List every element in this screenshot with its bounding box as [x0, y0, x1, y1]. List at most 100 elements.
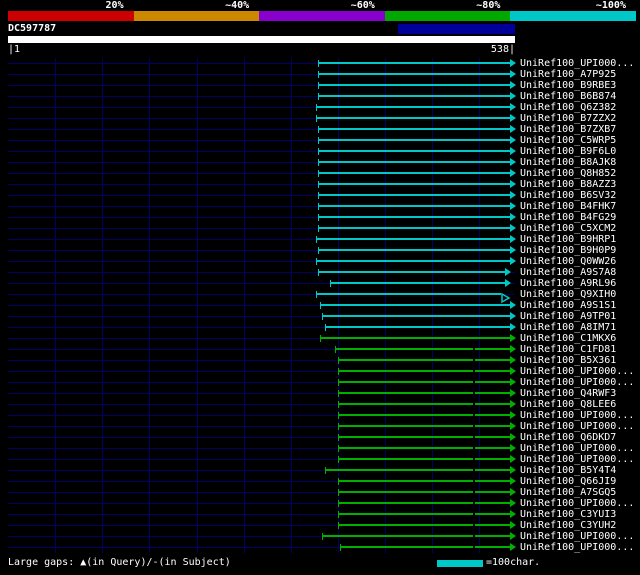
hit-label[interactable]: UniRef100_B9HRP1 — [520, 234, 616, 245]
hit-bar[interactable] — [337, 447, 511, 449]
hit-bar[interactable] — [318, 128, 511, 130]
hit-label[interactable]: UniRef100_A7SGQ5 — [520, 487, 616, 498]
hit-label[interactable]: UniRef100_B9F6L0 — [520, 146, 616, 157]
hit-label[interactable]: UniRef100_A8IM71 — [520, 322, 616, 333]
hit-label[interactable]: UniRef100_B6SV32 — [520, 190, 616, 201]
hit-bar[interactable] — [339, 546, 511, 548]
hit-label[interactable]: UniRef100_C1FD81 — [520, 344, 616, 355]
hit-bar[interactable] — [337, 381, 511, 383]
hit-start-tick — [318, 82, 319, 89]
hit-label[interactable]: UniRef100_Q9XIH0 — [520, 289, 616, 300]
hit-label[interactable]: UniRef100_UPI000... — [520, 410, 634, 421]
hit-label[interactable]: UniRef100_Q8H852 — [520, 168, 616, 179]
hit-bar[interactable] — [337, 513, 511, 515]
hit-label[interactable]: UniRef100_B5Y4T4 — [520, 465, 616, 476]
hit-row: UniRef100_A9S7A8 — [8, 267, 640, 278]
hit-bar[interactable] — [318, 205, 511, 207]
hit-bar[interactable] — [318, 139, 511, 141]
hit-bar[interactable] — [335, 348, 511, 350]
hit-label[interactable]: UniRef100_Q6DKD7 — [520, 432, 616, 443]
hit-row: UniRef100_A7P925 — [8, 69, 640, 80]
hit-label[interactable]: UniRef100_A9RL96 — [520, 278, 616, 289]
hit-bar[interactable] — [324, 469, 511, 471]
hit-label[interactable]: UniRef100_C5XCM2 — [520, 223, 616, 234]
hit-label[interactable]: UniRef100_B9H0P9 — [520, 245, 616, 256]
hit-bar[interactable] — [337, 403, 511, 405]
hit-bar[interactable] — [337, 370, 511, 372]
hit-label[interactable]: UniRef100_B4FHK7 — [520, 201, 616, 212]
hit-bar[interactable] — [337, 414, 511, 416]
hit-bar[interactable] — [319, 304, 511, 306]
hit-label[interactable]: UniRef100_A9S1S1 — [520, 300, 616, 311]
hit-label[interactable]: UniRef100_UPI000... — [520, 454, 634, 465]
hit-label[interactable]: UniRef100_C1MKX6 — [520, 333, 616, 344]
hit-label[interactable]: UniRef100_UPI000... — [520, 531, 634, 542]
hit-bar[interactable] — [337, 502, 511, 504]
hit-label[interactable]: UniRef100_B9RBE3 — [520, 80, 616, 91]
hit-label[interactable]: UniRef100_UPI000... — [520, 58, 634, 69]
hit-label[interactable]: UniRef100_B5X361 — [520, 355, 616, 366]
hit-label[interactable]: UniRef100_B7ZXB7 — [520, 124, 616, 135]
hit-bar[interactable] — [318, 62, 511, 64]
hit-arrow-icon — [510, 191, 517, 199]
hit-label[interactable]: UniRef100_UPI000... — [520, 443, 634, 454]
hit-label[interactable]: UniRef100_Q6Z382 — [520, 102, 616, 113]
hit-bar[interactable] — [337, 524, 511, 526]
hit-bar[interactable] — [337, 491, 511, 493]
hit-bar[interactable] — [318, 84, 511, 86]
hit-label[interactable]: UniRef100_Q0WW26 — [520, 256, 616, 267]
hit-bar[interactable] — [316, 106, 511, 108]
hit-bar[interactable] — [318, 227, 511, 229]
hit-bar[interactable] — [321, 315, 511, 317]
hit-bar[interactable] — [330, 282, 505, 284]
hit-bar[interactable] — [318, 172, 511, 174]
hit-bar[interactable] — [337, 425, 511, 427]
hit-bar[interactable] — [321, 535, 511, 537]
hit-row: UniRef100_B4FHK7 — [8, 201, 640, 212]
scale-label: ~80% — [476, 0, 501, 11]
hit-bar[interactable] — [318, 95, 511, 97]
hit-bar[interactable] — [318, 183, 511, 185]
hit-bar[interactable] — [337, 480, 511, 482]
hit-bar[interactable] — [318, 271, 505, 273]
hit-label[interactable]: UniRef100_UPI000... — [520, 377, 634, 388]
hit-bar[interactable] — [318, 216, 511, 218]
hit-bar[interactable] — [337, 436, 511, 438]
hit-bar[interactable] — [337, 458, 511, 460]
hit-label[interactable]: UniRef100_B6B874 — [520, 91, 616, 102]
hit-bar[interactable] — [318, 73, 511, 75]
hit-label[interactable]: UniRef100_B8AJK8 — [520, 157, 616, 168]
hit-label[interactable]: UniRef100_UPI000... — [520, 366, 634, 377]
hit-start-tick — [316, 258, 318, 265]
hit-bar[interactable] — [318, 161, 511, 163]
hit-label[interactable]: UniRef100_A9S7A8 — [520, 267, 616, 278]
hit-label[interactable]: UniRef100_C5WRP5 — [520, 135, 616, 146]
hit-arrow-icon — [510, 59, 517, 67]
hit-bar[interactable] — [318, 194, 511, 196]
hit-label[interactable]: UniRef100_A7P925 — [520, 69, 616, 80]
hit-label[interactable]: UniRef100_UPI000... — [520, 421, 634, 432]
hit-bar[interactable] — [316, 238, 511, 240]
hit-bar[interactable] — [316, 293, 501, 295]
header-highlight — [398, 24, 515, 34]
hit-bar[interactable] — [316, 117, 511, 119]
hit-label[interactable]: UniRef100_UPI000... — [520, 498, 634, 509]
hit-bar[interactable] — [319, 337, 511, 339]
hit-label[interactable]: UniRef100_Q8LEE6 — [520, 399, 616, 410]
hit-bar[interactable] — [318, 249, 511, 251]
hit-label[interactable]: UniRef100_UPI000... — [520, 542, 634, 553]
hit-bar[interactable] — [337, 392, 511, 394]
hit-arrow-icon — [510, 356, 517, 364]
hit-bar[interactable] — [324, 326, 511, 328]
hit-label[interactable]: UniRef100_C3YUH2 — [520, 520, 616, 531]
hit-bar[interactable] — [318, 150, 511, 152]
hit-label[interactable]: UniRef100_Q4RWF3 — [520, 388, 616, 399]
hit-label[interactable]: UniRef100_A9TP01 — [520, 311, 616, 322]
hit-label[interactable]: UniRef100_C3YUI3 — [520, 509, 616, 520]
hit-label[interactable]: UniRef100_Q66JI9 — [520, 476, 616, 487]
hit-label[interactable]: UniRef100_B7ZZX2 — [520, 113, 616, 124]
hit-bar[interactable] — [337, 359, 511, 361]
hit-label[interactable]: UniRef100_B4FG29 — [520, 212, 616, 223]
hit-label[interactable]: UniRef100_B8AZZ3 — [520, 179, 616, 190]
hit-bar[interactable] — [316, 260, 511, 262]
